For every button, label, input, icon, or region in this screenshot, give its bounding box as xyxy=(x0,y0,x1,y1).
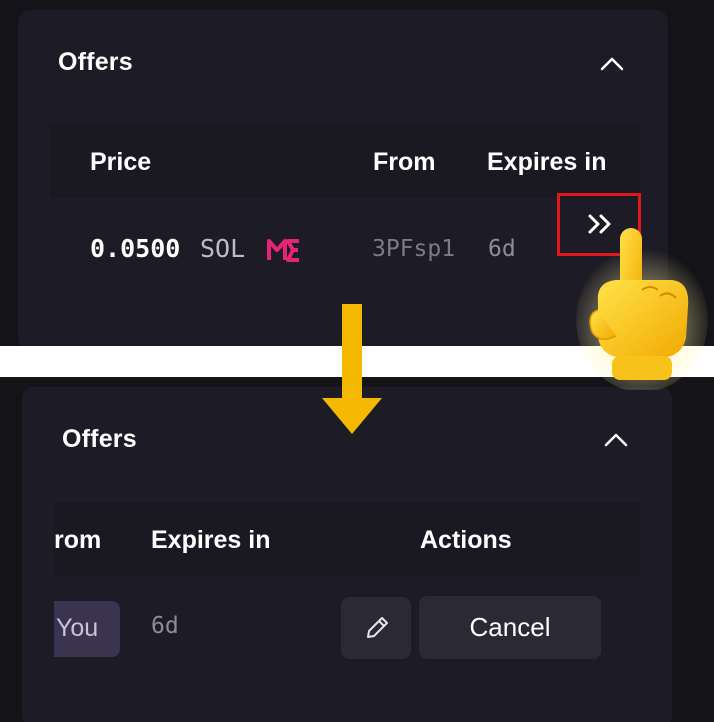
offers-title-top: Offers xyxy=(58,48,133,76)
offer-expires: 6d xyxy=(488,236,516,262)
edit-offer-button[interactable] xyxy=(341,597,411,659)
column-header-actions: Actions xyxy=(420,526,512,554)
pointing-hand-icon xyxy=(576,228,708,390)
chevron-up-icon[interactable] xyxy=(604,432,628,448)
from-you-badge: You xyxy=(54,601,120,657)
magic-eden-logo-icon xyxy=(267,239,299,262)
pencil-icon xyxy=(367,617,388,638)
offers-title-bottom: Offers xyxy=(62,425,137,453)
column-header-expires[interactable]: Expires in xyxy=(151,526,271,555)
tutorial-screenshot: Offers Price From Expires in 0.0500 SOL … xyxy=(0,0,714,722)
table-header-bottom xyxy=(54,502,640,576)
offer-expires-bottom: 6d xyxy=(151,613,179,639)
column-header-expires[interactable]: Expires in xyxy=(487,148,617,177)
column-header-price[interactable]: Price xyxy=(90,148,151,177)
from-you-label: You xyxy=(56,614,99,642)
chevron-up-icon[interactable] xyxy=(600,56,624,72)
offer-from-address[interactable]: 3PFsp1 xyxy=(372,236,455,262)
down-arrow-icon xyxy=(322,304,382,434)
cancel-offer-button[interactable]: Cancel xyxy=(419,596,601,659)
offer-price-value: 0.0500 xyxy=(90,234,181,263)
offer-price-unit: SOL xyxy=(200,234,246,263)
column-header-from-partial[interactable]: rom xyxy=(54,526,101,555)
column-header-from[interactable]: From xyxy=(373,148,436,177)
